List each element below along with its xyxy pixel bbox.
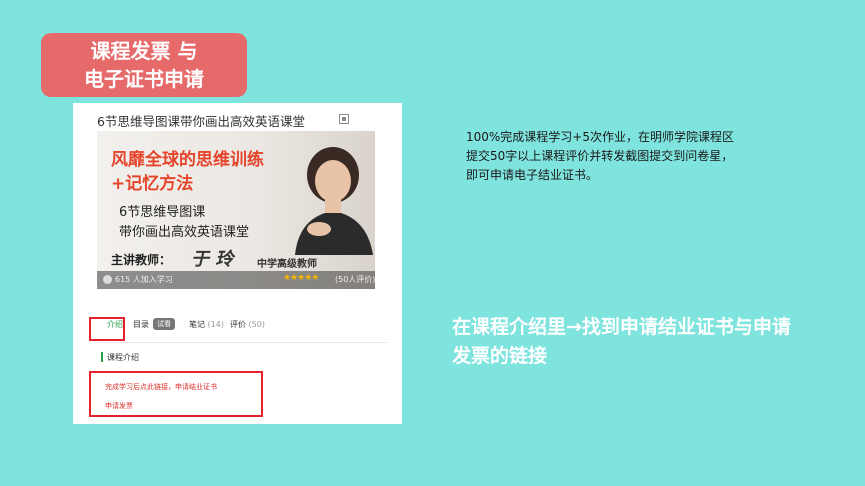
review-count: (50人评价)	[335, 275, 375, 284]
rating-stars: ★★★★★	[283, 273, 319, 283]
teacher-role: 中学高级教师	[257, 259, 317, 270]
tab-directory[interactable]: 目录	[133, 319, 149, 330]
highlight-box-intro-tab	[89, 317, 125, 341]
divider	[97, 342, 387, 343]
certificate-link[interactable]: 完成学习后点此链接，申请结业证书	[105, 382, 217, 392]
title-line-1: 课程发票 与	[90, 39, 198, 63]
banner-subtitle-2: 带你画出高效英语课堂	[119, 225, 250, 240]
instruction-callout: 在课程介绍里→找到申请结业证书与申请发票的链接	[452, 316, 791, 367]
course-screenshot-card: 6节思维导图课带你画出高效英语课堂 风靡全球的思维训练 +记忆方法 6节思维导图…	[73, 103, 402, 424]
teacher-portrait	[295, 147, 373, 255]
banner-headline-1: 风靡全球的思维训练	[111, 150, 264, 170]
course-banner[interactable]: 风靡全球的思维训练 +记忆方法 6节思维导图课 带你画出高效英语课堂 主讲教师：…	[97, 131, 375, 289]
teacher-signature: 于 玲	[191, 249, 234, 270]
joined-count: 615 人加入学习	[115, 275, 173, 284]
banner-headline-2: +记忆方法	[111, 174, 194, 194]
tab-review-label: 评价	[230, 320, 246, 329]
tab-notes-count: (14)	[207, 320, 224, 329]
title-badge: 课程发票 与 电子证书申请	[41, 33, 247, 97]
requirements-text: 100%完成课程学习+5次作业，在明师学院课程区提交50字以上课程评价并转发截图…	[466, 130, 734, 182]
invoice-link[interactable]: 申请发票	[105, 401, 133, 411]
banner-stats-bar: 615 人加入学习 ★★★★★ (50人评价)	[97, 271, 375, 289]
title-line-2: 电子证书申请	[84, 67, 204, 91]
banner-subtitle-1: 6节思维导图课	[119, 205, 206, 220]
course-tabs: 介绍 目录 试看 笔记 (14) 评价 (50)	[97, 315, 387, 335]
section-marker	[101, 352, 103, 362]
tab-review[interactable]: 评价 (50)	[230, 319, 265, 330]
section-title: 课程介绍	[107, 353, 139, 362]
people-icon	[103, 275, 112, 284]
tab-notes[interactable]: 笔记 (14)	[189, 319, 224, 330]
trial-badge: 试看	[153, 318, 175, 330]
teacher-label: 主讲教师：	[111, 253, 172, 267]
tab-review-count: (50)	[248, 320, 265, 329]
tab-notes-label: 笔记	[189, 320, 205, 329]
qr-code-icon[interactable]	[339, 114, 349, 124]
